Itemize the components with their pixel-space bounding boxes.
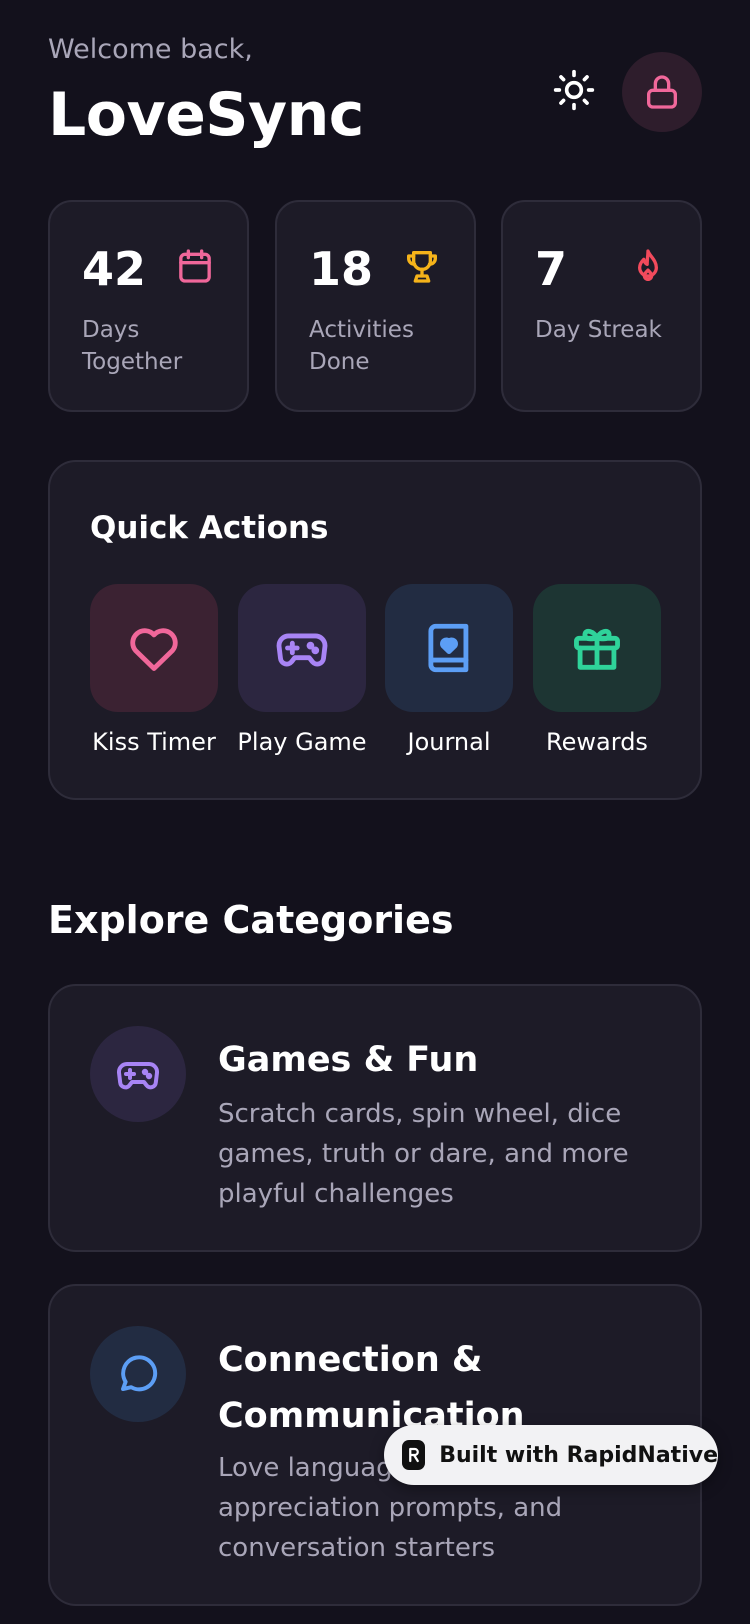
badge-text: Built with RapidNative — [439, 1442, 718, 1468]
quick-action-label: Kiss Timer — [92, 728, 216, 756]
flame-icon — [638, 249, 658, 281]
quick-action-label: Play Game — [237, 728, 367, 756]
gamepad-icon — [117, 1061, 159, 1090]
lock-icon — [647, 75, 677, 109]
stat-value: 7 — [535, 242, 568, 296]
quick-action-label: Rewards — [546, 728, 648, 756]
quick-actions-title: Quick Actions — [90, 510, 329, 546]
quick-action-tile — [385, 584, 513, 712]
quick-action-tile — [533, 584, 661, 712]
category-title: Games & Fun — [218, 1040, 479, 1080]
calendar-icon — [179, 249, 211, 283]
quick-action-play-game[interactable]: Play Game — [237, 584, 367, 756]
rapidnative-logo-icon — [402, 1440, 426, 1470]
quick-actions-card: Quick Actions Kiss Timer Play Game Journ… — [48, 460, 702, 800]
trophy-icon — [407, 251, 437, 283]
gift-icon — [574, 628, 620, 670]
quick-action-tile — [238, 584, 366, 712]
home-screen: Welcome back, LoveSync 42 Days Together … — [0, 0, 750, 1624]
stat-card-activities-done: 18 Activities Done — [275, 200, 476, 412]
stat-card-day-streak: 7 Day Streak — [501, 200, 702, 412]
heart-icon — [130, 628, 178, 671]
category-icon-wrap — [90, 1026, 186, 1122]
category-icon-wrap — [90, 1326, 186, 1422]
welcome-text: Welcome back, — [48, 34, 253, 65]
stat-card-days-together: 42 Days Together — [48, 200, 249, 412]
built-with-badge[interactable]: Built with RapidNative — [384, 1425, 718, 1485]
quick-action-tile — [90, 584, 218, 712]
lock-button[interactable] — [622, 52, 702, 132]
sun-icon — [553, 69, 595, 111]
explore-categories-title: Explore Categories — [48, 898, 454, 942]
stat-label: Day Streak — [535, 317, 662, 343]
app-title: LoveSync — [48, 80, 364, 150]
chat-bubble-icon — [121, 1355, 158, 1392]
quick-action-kiss-timer[interactable]: Kiss Timer — [90, 584, 218, 756]
gamepad-icon — [276, 633, 328, 667]
stat-label: Activities Done — [309, 317, 414, 375]
category-card-games-fun[interactable]: Games & Fun Scratch cards, spin wheel, d… — [48, 984, 702, 1252]
quick-action-journal[interactable]: Journal — [385, 584, 513, 756]
theme-toggle-button[interactable] — [548, 64, 600, 116]
quick-action-label: Journal — [407, 728, 491, 756]
stat-value: 42 — [82, 242, 147, 296]
category-description: Scratch cards, spin wheel, dice games, t… — [218, 1099, 629, 1209]
journal-icon — [428, 623, 469, 673]
quick-action-rewards[interactable]: Rewards — [533, 584, 661, 756]
stat-label: Days Together — [82, 317, 183, 375]
stat-value: 18 — [309, 242, 374, 296]
